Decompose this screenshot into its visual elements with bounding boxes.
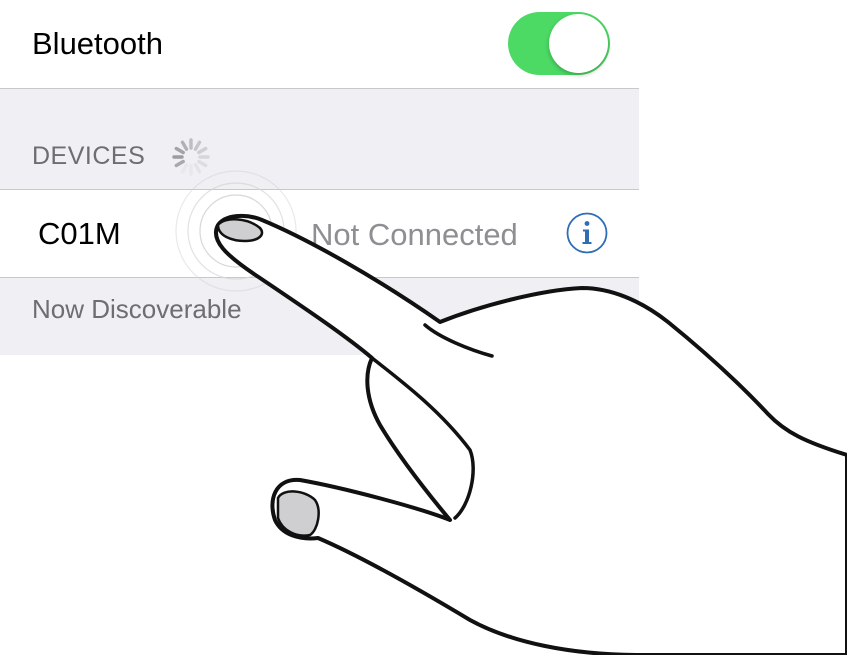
activity-spinner-icon <box>172 138 210 176</box>
device-name: C01M <box>38 216 121 251</box>
device-status: Not Connected <box>311 217 518 252</box>
screen: Bluetooth DEVICES C01M Not Connected Now… <box>0 0 847 655</box>
toggle-knob <box>549 14 608 73</box>
discoverable-status: Now Discoverable <box>32 294 242 324</box>
devices-section-header: DEVICES <box>32 142 146 170</box>
bluetooth-toggle[interactable] <box>508 12 610 75</box>
info-icon[interactable] <box>566 212 608 254</box>
bluetooth-label: Bluetooth <box>32 26 163 61</box>
bluetooth-row: Bluetooth <box>0 0 639 89</box>
device-row[interactable]: C01M Not Connected <box>0 189 639 278</box>
bluetooth-settings-panel: Bluetooth DEVICES C01M Not Connected Now… <box>0 0 639 355</box>
